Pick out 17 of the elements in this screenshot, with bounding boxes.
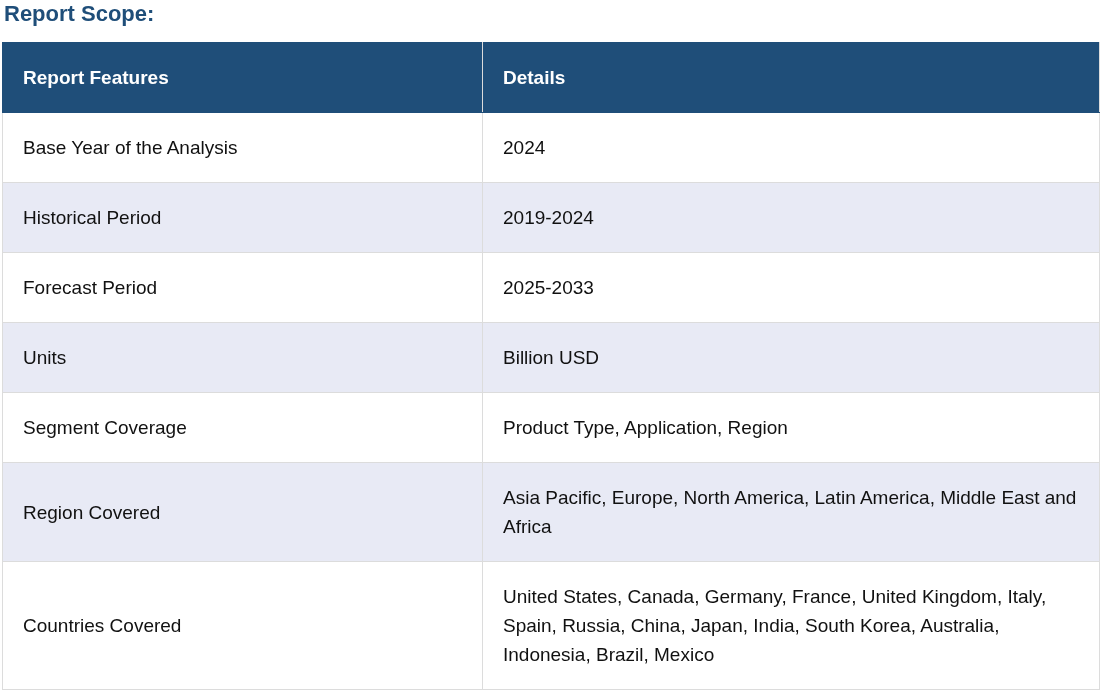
column-header: Report Features xyxy=(2,42,483,113)
table-cell: United States, Canada, Germany, France, United Kingdom, Italy, Spain, Russia, China, Japan, India, South Korea, Australia, Indonesia, Brazil, Mexico xyxy=(482,561,1100,690)
table-cell: Units xyxy=(2,322,483,393)
table-cell: Forecast Period xyxy=(2,252,483,323)
table-cell: Asia Pacific, Europe, North America, Latin America, Middle East and Africa xyxy=(482,462,1100,562)
table-cell: Billion USD xyxy=(482,322,1100,393)
table-cell: Region Covered xyxy=(2,462,483,562)
column-header: Details xyxy=(482,42,1100,113)
table-cell: Base Year of the Analysis xyxy=(2,112,483,183)
table-cell: 2024 xyxy=(482,112,1100,183)
section-title: Report Scope: xyxy=(3,0,156,28)
table-cell: Countries Covered xyxy=(2,561,483,690)
table-cell: Historical Period xyxy=(2,182,483,253)
table-cell: 2019-2024 xyxy=(482,182,1100,253)
table-cell: Product Type, Application, Region xyxy=(482,392,1100,463)
table-cell: Segment Coverage xyxy=(2,392,483,463)
table-cell: 2025-2033 xyxy=(482,252,1100,323)
